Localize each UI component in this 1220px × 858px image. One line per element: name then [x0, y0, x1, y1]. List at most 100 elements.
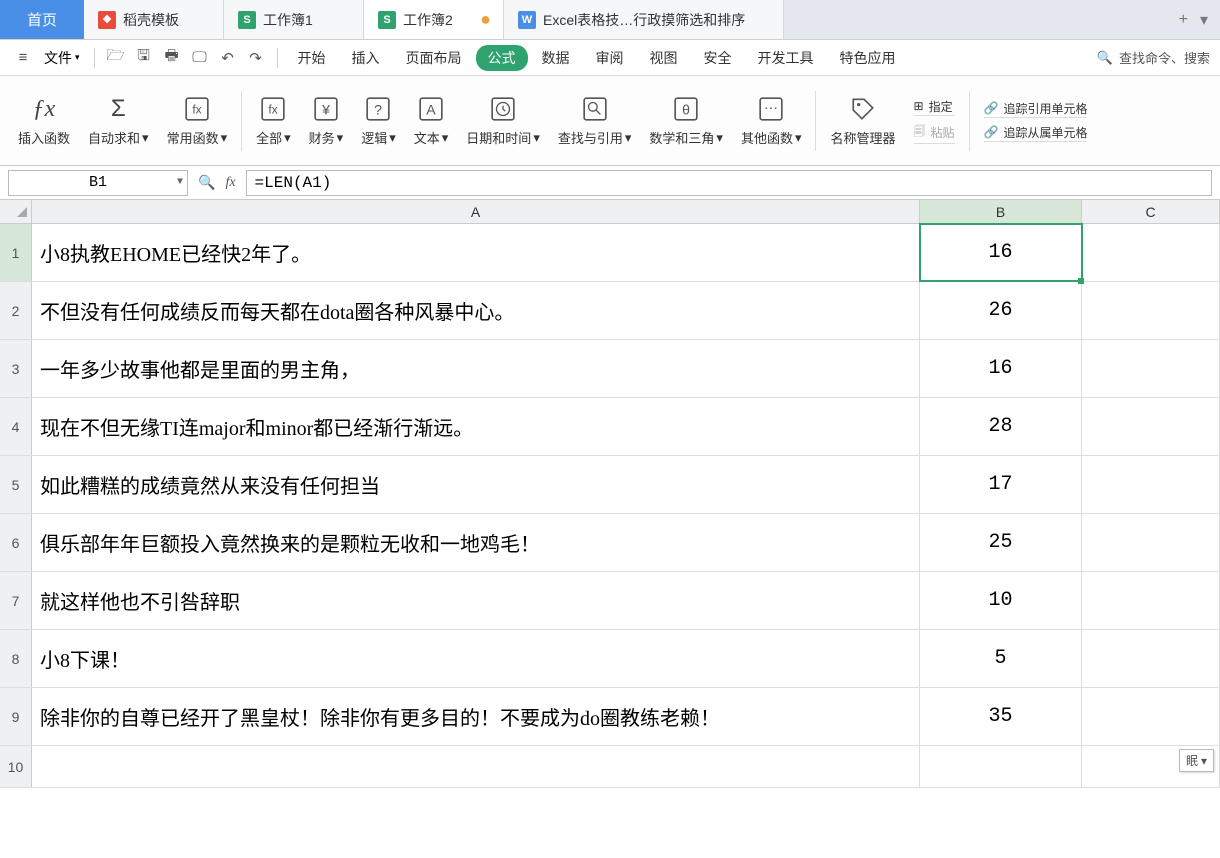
menu-view[interactable]: 视图	[638, 48, 690, 68]
open-icon[interactable]: 🗁	[103, 45, 129, 70]
menu-special[interactable]: 特色应用	[828, 48, 908, 68]
cell[interactable]: 俱乐部年年巨额投入竟然换来的是颗粒无收和一地鸡毛！	[32, 514, 920, 571]
cell[interactable]: 16	[920, 340, 1082, 397]
cell[interactable]: 17	[920, 456, 1082, 513]
datetime-button[interactable]: 日期和时间 ▾	[458, 76, 548, 165]
menu-devtools[interactable]: 开发工具	[746, 48, 826, 68]
tab-excel-tips[interactable]: W Excel表格技…行政摸筛选和排序	[504, 0, 784, 39]
chevron-down-icon[interactable]: ▼	[177, 177, 183, 188]
cell[interactable]: 小8下课！	[32, 630, 920, 687]
finance-button[interactable]: ¥ 财务 ▾	[301, 76, 352, 165]
cell[interactable]: 16	[920, 224, 1082, 281]
trace-dependents-button[interactable]: 🔗 追踪从属单元格	[984, 124, 1088, 142]
row-header[interactable]: 1	[0, 224, 32, 281]
row-header[interactable]: 9	[0, 688, 32, 745]
cell[interactable]	[1082, 630, 1220, 687]
fx-icon[interactable]: fx	[225, 175, 235, 191]
sigma-icon: Σ	[111, 94, 126, 124]
undo-icon[interactable]: ↶	[215, 49, 241, 67]
new-tab-button[interactable]: +	[1179, 11, 1188, 29]
search-icon[interactable]: 🔍	[1097, 50, 1113, 66]
tab-list-button[interactable]: ▾	[1200, 10, 1208, 30]
svg-text:θ: θ	[682, 101, 690, 117]
autosum-button[interactable]: Σ 自动求和 ▾	[80, 76, 157, 165]
cell[interactable]: 35	[920, 688, 1082, 745]
file-menu[interactable]: 文件▾	[38, 48, 86, 68]
tab-home[interactable]: 首页	[0, 0, 84, 39]
column-header-a[interactable]: A	[32, 200, 920, 223]
insert-function-button[interactable]: ƒx 插入函数	[10, 76, 78, 165]
search-placeholder[interactable]: 查找命令、搜索	[1119, 48, 1210, 67]
preview-icon[interactable]: 🖵	[187, 49, 213, 66]
menu-security[interactable]: 安全	[692, 48, 744, 68]
letter-a-icon: A	[418, 94, 444, 124]
cell[interactable]	[920, 746, 1082, 787]
row-header[interactable]: 10	[0, 746, 32, 787]
cell[interactable]	[1082, 572, 1220, 629]
row-header[interactable]: 4	[0, 398, 32, 455]
cell[interactable]: 如此糟糕的成绩竟然从来没有任何担当	[32, 456, 920, 513]
fx-icon: ƒx	[33, 94, 56, 124]
svg-text:A: A	[426, 101, 436, 117]
text-button[interactable]: A 文本 ▾	[406, 76, 457, 165]
tab-workbook1[interactable]: S 工作簿1	[224, 0, 364, 39]
cell[interactable]: 10	[920, 572, 1082, 629]
cell[interactable]	[1082, 456, 1220, 513]
print-icon[interactable]: 🖶	[159, 45, 185, 70]
cell[interactable]	[1082, 514, 1220, 571]
zoom-icon[interactable]: 🔍	[198, 174, 215, 191]
common-functions-button[interactable]: fx 常用函数 ▾	[159, 76, 236, 165]
logic-button[interactable]: ? 逻辑 ▾	[353, 76, 404, 165]
redo-icon[interactable]: ↷	[243, 49, 269, 67]
lookup-button[interactable]: 查找与引用 ▾	[550, 76, 640, 165]
menu-formulas[interactable]: 公式	[476, 45, 528, 71]
cell[interactable]: 现在不但无缘TI连major和minor都已经渐行渐远。	[32, 398, 920, 455]
cell[interactable]: 一年多少故事他都是里面的男主角，	[32, 340, 920, 397]
cell[interactable]	[1082, 340, 1220, 397]
paste-options-tag[interactable]: 眠 ▾	[1179, 749, 1214, 772]
save-icon[interactable]: 🖫	[131, 45, 157, 70]
cell[interactable]: 26	[920, 282, 1082, 339]
menu-review[interactable]: 审阅	[584, 48, 636, 68]
menu-data[interactable]: 数据	[530, 48, 582, 68]
cell[interactable]: 不但没有任何成绩反而每天都在dota圈各种风暴中心。	[32, 282, 920, 339]
column-header-b[interactable]: B	[920, 200, 1082, 223]
select-all-corner[interactable]	[0, 200, 32, 223]
clock-icon	[490, 94, 516, 124]
tab-workbook2[interactable]: S 工作簿2 ●	[364, 0, 504, 39]
row-header[interactable]: 5	[0, 456, 32, 513]
cell[interactable]: 小8执教EHOME已经快2年了。	[32, 224, 920, 281]
cell[interactable]: 除非你的自尊已经开了黑皇杖！除非你有更多目的！不要成为do圈教练老赖！	[32, 688, 920, 745]
all-functions-button[interactable]: fx 全部 ▾	[248, 76, 299, 165]
menu-page-layout[interactable]: 页面布局	[394, 48, 474, 68]
other-functions-button[interactable]: ⋯ 其他函数 ▾	[733, 76, 810, 165]
menu-start[interactable]: 开始	[286, 48, 338, 68]
cell[interactable]: 28	[920, 398, 1082, 455]
cell[interactable]: 5	[920, 630, 1082, 687]
column-header-c[interactable]: C	[1082, 200, 1220, 223]
row-header[interactable]: 2	[0, 282, 32, 339]
cell[interactable]: 就这样他也不引咎辞职	[32, 572, 920, 629]
trace-precedents-button[interactable]: 🔗 追踪引用单元格	[984, 100, 1088, 118]
row-header[interactable]: 8	[0, 630, 32, 687]
name-box[interactable]: B1 ▼	[8, 170, 188, 196]
row-header[interactable]: 7	[0, 572, 32, 629]
hamburger-icon[interactable]: ≡	[10, 49, 36, 66]
cell[interactable]: 25	[920, 514, 1082, 571]
cell[interactable]	[1082, 398, 1220, 455]
paste-name-button[interactable]: 🗐 粘贴	[914, 122, 955, 144]
menu-insert[interactable]: 插入	[340, 48, 392, 68]
math-button[interactable]: θ 数学和三角 ▾	[641, 76, 731, 165]
name-manager-button[interactable]: 名称管理器	[822, 76, 903, 165]
cell[interactable]	[32, 746, 920, 787]
cell[interactable]	[1082, 688, 1220, 745]
trace-actions: 🔗 追踪引用单元格 🔗 追踪从属单元格	[976, 100, 1096, 142]
row-header[interactable]: 3	[0, 340, 32, 397]
unsaved-indicator-icon: ●	[480, 9, 491, 30]
cell[interactable]	[1082, 282, 1220, 339]
formula-input[interactable]: =LEN(A1)	[246, 170, 1212, 196]
tab-templates[interactable]: ❖ 稻壳模板	[84, 0, 224, 39]
cell[interactable]	[1082, 224, 1220, 281]
define-name-button[interactable]: ⊞ 指定	[914, 98, 955, 116]
row-header[interactable]: 6	[0, 514, 32, 571]
